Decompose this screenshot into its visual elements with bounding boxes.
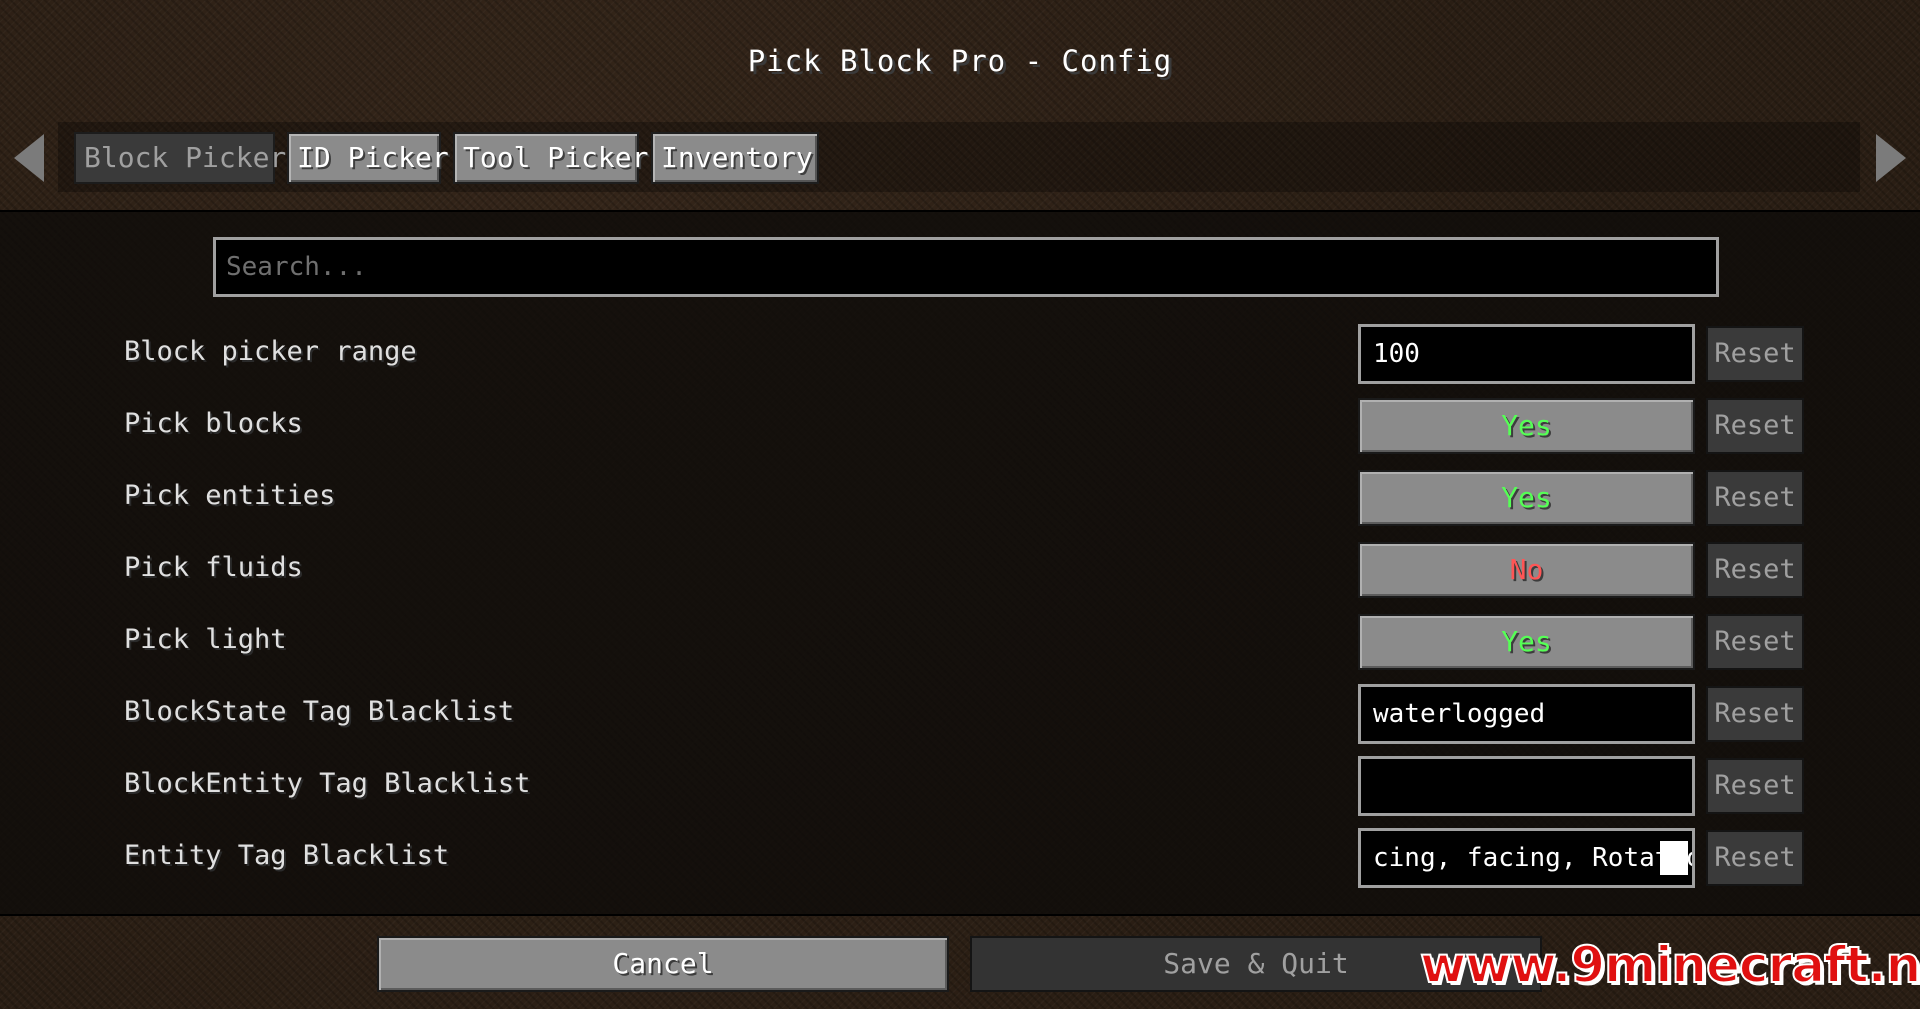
reset-button[interactable]: Reset — [1706, 470, 1804, 526]
entity-blacklist-text: cing, facing, Rotatio — [1373, 843, 1695, 873]
page-title: Pick Block Pro - Config — [747, 44, 1173, 78]
cancel-button[interactable]: Cancel — [377, 936, 949, 992]
tab-tool-picker[interactable]: Tool Picker — [453, 132, 648, 184]
option-label: Pick entities — [124, 480, 336, 511]
arrow-left-icon[interactable] — [14, 134, 44, 182]
option-label: Pick fluids — [124, 552, 303, 583]
reset-button[interactable]: Reset — [1706, 614, 1804, 670]
option-label: Pick blocks — [124, 408, 303, 439]
tab-block-picker[interactable]: Block Picker — [74, 132, 286, 184]
reset-button[interactable]: Reset — [1706, 398, 1804, 454]
arrow-right-icon[interactable] — [1876, 134, 1906, 182]
reset-button[interactable]: Reset — [1706, 830, 1804, 886]
reset-button[interactable]: Reset — [1706, 326, 1804, 382]
pick-light-toggle[interactable]: Yes — [1358, 614, 1695, 670]
reset-button[interactable]: Reset — [1706, 758, 1804, 814]
block-picker-range-field[interactable]: 100 — [1358, 324, 1695, 384]
option-label: BlockState Tag Blacklist — [124, 696, 515, 727]
option-label: Entity Tag Blacklist — [124, 840, 450, 871]
reset-button[interactable]: Reset — [1706, 686, 1804, 742]
reset-button[interactable]: Reset — [1706, 542, 1804, 598]
option-label: BlockEntity Tag Blacklist — [124, 768, 531, 799]
tab-inventory[interactable]: Inventory — [651, 132, 819, 184]
text-cursor — [1660, 841, 1688, 875]
blockstate-blacklist-field[interactable]: waterlogged — [1358, 684, 1695, 744]
watermark-logo: www.9minecraft.net — [1419, 935, 1920, 995]
search-input[interactable] — [213, 237, 1719, 297]
blockentity-blacklist-field[interactable] — [1358, 756, 1695, 816]
entity-blacklist-field[interactable]: cing, facing, Rotatio — [1358, 828, 1695, 888]
pick-blocks-toggle[interactable]: Yes — [1358, 398, 1695, 454]
option-label: Pick light — [124, 624, 287, 655]
pick-fluids-toggle[interactable]: No — [1358, 542, 1695, 598]
tab-id-picker[interactable]: ID Picker — [287, 132, 449, 184]
pick-entities-toggle[interactable]: Yes — [1358, 470, 1695, 526]
option-label: Block picker range — [124, 336, 417, 367]
